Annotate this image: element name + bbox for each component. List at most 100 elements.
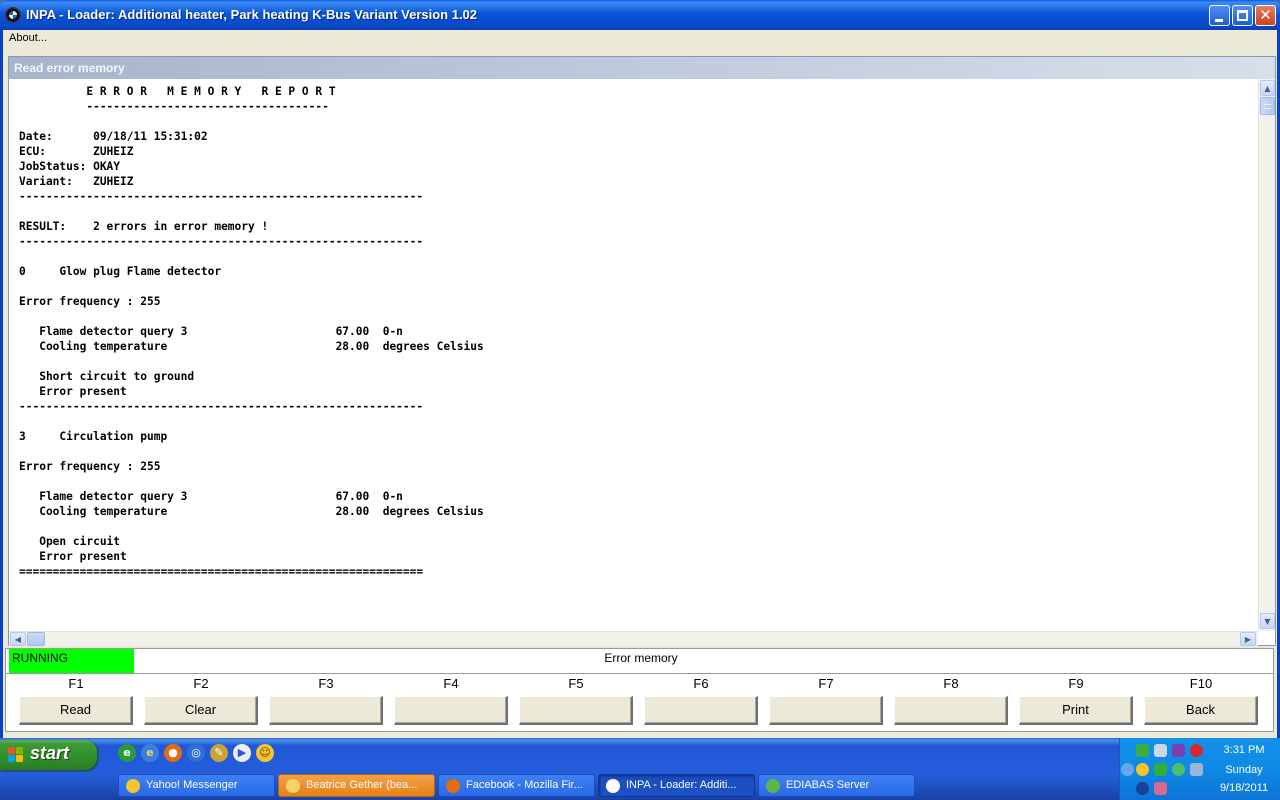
window-title: INPA - Loader: Additional heater, Park h… — [26, 7, 478, 22]
taskbar: start e e ● ◎ ✎ ▶ ☺ Yahoo! Messenger Beat… — [0, 738, 1280, 800]
taskbar-button-label: EDIABAS Server — [786, 779, 870, 791]
ediabas-icon — [766, 779, 780, 793]
report-area[interactable]: E R R O R M E M O R Y R E P O R T ------… — [9, 79, 1258, 631]
maximize-icon — [1237, 10, 1248, 21]
report-line: ------------------------------------ — [19, 100, 329, 113]
vertical-scrollbar[interactable]: ▲ ▼ — [1258, 79, 1275, 631]
function-key-f10: F10 Back — [1144, 674, 1258, 730]
scroll-right-button[interactable]: ▶ — [1240, 632, 1256, 646]
report-line — [19, 414, 484, 429]
report-line — [19, 114, 484, 129]
taskbar-button-label: INPA - Loader: Additi... — [626, 779, 737, 791]
f7-button[interactable] — [769, 696, 883, 725]
bluetooth-icon[interactable] — [1136, 782, 1149, 795]
clear-button[interactable]: Clear — [144, 696, 258, 725]
horizontal-scroll-thumb[interactable] — [27, 632, 45, 646]
printer-icon[interactable] — [1154, 782, 1167, 795]
report-line — [19, 309, 484, 324]
function-key-label: F7 — [818, 676, 834, 691]
report-line: Cooling temperature 28.00 degrees Celsiu… — [19, 340, 484, 353]
report-line: Short circuit to ground — [19, 370, 195, 383]
network-icon[interactable] — [1136, 744, 1149, 757]
scroll-up-button[interactable]: ▲ — [1260, 80, 1275, 96]
taskbar-button[interactable]: Yahoo! Messenger — [118, 774, 275, 797]
function-key-f1: F1 Read — [19, 674, 133, 730]
client-area: Read error memory E R R O R M E M O R Y … — [0, 48, 1280, 738]
clock-day: Sunday — [1225, 764, 1263, 776]
media-player-icon[interactable]: ▶ — [233, 744, 251, 762]
shield-icon[interactable] — [1154, 763, 1167, 776]
system-tray: 3:31 PM Sunday 9/18/2011 — [1119, 738, 1280, 800]
windows-flag-icon — [8, 747, 24, 763]
function-key-f6: F6 — [644, 674, 758, 730]
report-line: JobStatus: OKAY — [19, 160, 121, 173]
yahoo-smiley-icon[interactable] — [1136, 763, 1149, 776]
report-line: Error present — [19, 550, 127, 563]
report-line: ----------------------------------------… — [19, 400, 424, 413]
antivirus-icon[interactable] — [1190, 744, 1203, 757]
function-key-bar: F1 Read F2 Clear F3 F4 F5 F6 F7 F8 F9 Print F10 Back — [5, 674, 1274, 732]
clock-date: 9/18/2011 — [1219, 782, 1269, 794]
explorer-icon[interactable]: ✎ — [210, 744, 228, 762]
menu-about[interactable]: About... — [9, 32, 47, 44]
function-key-label: F5 — [568, 676, 584, 691]
internet-explorer-icon[interactable]: e — [141, 744, 159, 762]
report-line: ----------------------------------------… — [19, 190, 424, 203]
windows-media-icon[interactable]: ◎ — [187, 744, 205, 762]
report-line: ========================================… — [19, 565, 424, 578]
report-line — [19, 204, 484, 219]
f3-button[interactable] — [269, 696, 383, 725]
report-line — [19, 249, 484, 264]
safely-remove-icon[interactable] — [1190, 763, 1203, 776]
report-line: RESULT: 2 errors in error memory ! — [19, 220, 269, 233]
chevron-left-icon[interactable] — [1121, 763, 1134, 776]
start-label: start — [30, 743, 70, 763]
function-key-label: F10 — [1189, 676, 1213, 691]
messenger-icon[interactable]: e — [118, 744, 136, 762]
start-button[interactable]: start — [0, 740, 97, 770]
f6-button[interactable] — [644, 696, 758, 725]
f8-button[interactable] — [894, 696, 1008, 725]
report-text: E R R O R M E M O R Y R E P O R T ------… — [19, 84, 484, 579]
horizontal-scrollbar[interactable]: ◀ ▶ — [9, 631, 1258, 646]
status-badge: RUNNING — [9, 649, 134, 673]
speaker-icon[interactable] — [1172, 744, 1185, 757]
wireless-icon[interactable] — [1172, 763, 1185, 776]
taskbar-button[interactable]: EDIABAS Server — [758, 774, 915, 797]
taskbar-button-label: Facebook - Mozilla Fir... — [466, 779, 583, 791]
function-key-f5: F5 — [519, 674, 633, 730]
report-line: Error frequency : 255 — [19, 295, 161, 308]
scroll-left-button[interactable]: ◀ — [10, 632, 26, 646]
maximize-button[interactable] — [1232, 5, 1253, 26]
f5-button[interactable] — [519, 696, 633, 725]
yahoo-messenger-icon[interactable]: ☺ — [256, 744, 274, 762]
f4-button[interactable] — [394, 696, 508, 725]
vertical-scroll-thumb[interactable] — [1260, 97, 1275, 115]
report-line: 3 Circulation pump — [19, 430, 168, 443]
report-line — [19, 444, 484, 459]
firefox-icon[interactable]: ● — [164, 744, 182, 762]
minimize-button[interactable] — [1209, 5, 1230, 26]
scroll-down-button[interactable]: ▼ — [1260, 613, 1275, 629]
back-button[interactable]: Back — [1144, 696, 1258, 725]
report-line: E R R O R M E M O R Y R E P O R T — [19, 85, 336, 98]
report-line: Open circuit — [19, 535, 121, 548]
close-icon: ✕ — [1259, 6, 1272, 24]
taskbar-button[interactable]: Facebook - Mozilla Fir... — [438, 774, 595, 797]
function-key-f2: F2 Clear — [144, 674, 258, 730]
close-button[interactable]: ✕ — [1255, 5, 1276, 26]
minimize-icon — [1215, 19, 1223, 22]
read-button[interactable]: Read — [19, 696, 133, 725]
print-button[interactable]: Print — [1019, 696, 1133, 725]
function-key-label: F8 — [943, 676, 959, 691]
taskbar-button[interactable]: INPA - Loader: Additi... — [598, 774, 755, 797]
function-key-f3: F3 — [269, 674, 383, 730]
title-bar[interactable]: INPA - Loader: Additional heater, Park h… — [0, 0, 1280, 30]
function-key-label: F2 — [193, 676, 209, 691]
bmw-icon — [606, 779, 620, 793]
taskbar-button[interactable]: Beatrice Gether (bea... — [278, 774, 435, 797]
display-icon[interactable] — [1154, 744, 1167, 757]
report-line — [19, 354, 484, 369]
function-key-label: F1 — [68, 676, 84, 691]
taskbar-button-label: Beatrice Gether (bea... — [306, 779, 418, 791]
